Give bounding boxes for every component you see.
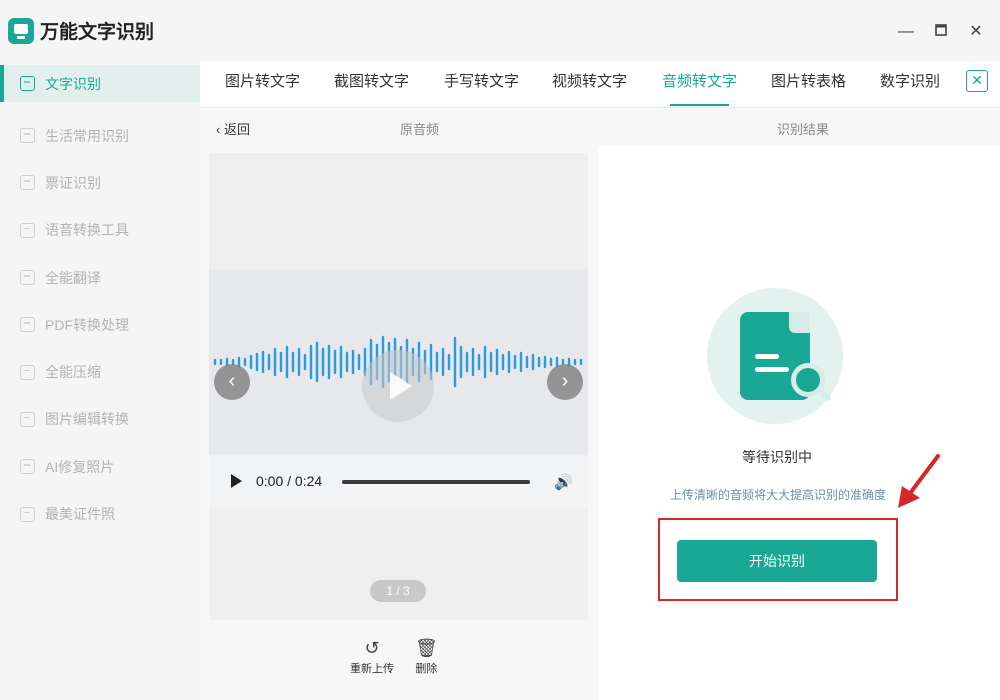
sidebar-item-label: 生活常用识别	[45, 127, 129, 144]
prev-button[interactable]: ‹	[214, 364, 250, 400]
sidebar-item-voice-tools[interactable]: 语音转换工具	[0, 207, 200, 254]
upload-hint: 上传清晰的音频将大大提高识别的准确度	[669, 488, 886, 502]
image-icon	[20, 411, 35, 427]
play-overlay-button[interactable]	[362, 350, 434, 422]
tabs-more-button[interactable]: ✕	[966, 70, 988, 92]
sidebar-item-translate[interactable]: 全能翻译	[0, 254, 200, 301]
sidebar-item-label: 语音转换工具	[45, 222, 129, 239]
sidebar-item-label: 最美证件照	[45, 506, 115, 523]
tab-screenshot-to-text[interactable]: 截图转文字	[334, 62, 409, 108]
audio-player: 0:00 / 0:24 🔊	[209, 456, 588, 508]
sidebar-item-label: 全能压缩	[45, 364, 101, 381]
sidebar-item-label: 图片编辑转换	[45, 411, 129, 428]
next-button[interactable]: ›	[547, 364, 583, 400]
back-button[interactable]: ‹ 返回	[216, 119, 250, 138]
voice-icon	[20, 222, 35, 238]
tab-image-to-text[interactable]: 图片转文字	[225, 62, 300, 108]
scan-icon	[20, 128, 35, 144]
sidebar-item-ticket-recognition[interactable]: 票证识别	[0, 159, 200, 206]
sidebar-item-label: 文字识别	[45, 75, 101, 92]
play-button[interactable]	[231, 474, 242, 488]
sidebar-nav: 文字识别 生活常用识别 票证识别 语音转换工具 全能翻译 PDF转换处理 全能压…	[0, 65, 200, 538]
speaker-icon: 🔊	[554, 474, 573, 491]
audio-progress-bar[interactable]	[342, 480, 530, 484]
app-logo: 万能文字识别	[8, 17, 154, 44]
pdf-icon	[20, 317, 35, 333]
trash-icon: 🗑	[415, 638, 438, 658]
scan-icon	[20, 175, 35, 191]
sidebar-item-daily-recognition[interactable]: 生活常用识别	[0, 112, 200, 159]
id-photo-icon	[20, 506, 35, 522]
sidebar-item-label: 票证识别	[45, 174, 101, 191]
document-fold	[789, 312, 810, 333]
sidebar-item-label: PDF转换处理	[45, 316, 129, 333]
sidebar-item-pdf[interactable]: PDF转换处理	[0, 301, 200, 348]
chevron-left-icon: ‹	[228, 370, 236, 392]
feature-tabs: 图片转文字 截图转文字 手写转文字 视频转文字 音频转文字 图片转表格 数字识别	[200, 62, 1000, 108]
sidebar-item-label: AI修复照片	[45, 458, 115, 475]
sidebar-item-id-photo[interactable]: 最美证件照	[0, 490, 200, 537]
close-button[interactable]: ✕	[966, 22, 986, 42]
scan-icon	[20, 76, 35, 91]
refresh-icon: ↺	[364, 638, 380, 658]
compress-icon	[20, 364, 35, 380]
sidebar-item-label: 全能翻译	[45, 269, 101, 286]
delete-button[interactable]: 🗑 删除	[415, 638, 438, 676]
result-title: 识别结果	[777, 122, 830, 137]
maximize-button[interactable]	[931, 22, 951, 42]
translate-icon	[20, 270, 35, 286]
minimize-button[interactable]: —	[896, 22, 916, 42]
sidebar: 万能文字识别 文字识别 生活常用识别 票证识别 语音转换工具 全能翻译 PDF转…	[0, 0, 200, 700]
start-recognition-button[interactable]: 开始识别	[677, 540, 877, 582]
document-line	[755, 354, 779, 359]
recognition-status: 等待识别中	[742, 449, 812, 465]
volume-button[interactable]: 🔊	[554, 473, 573, 491]
audio-time: 0:00 / 0:24	[256, 473, 323, 489]
page-indicator: 1 / 3	[370, 580, 426, 602]
tab-image-to-table[interactable]: 图片转表格	[771, 62, 846, 108]
red-arrow-icon	[898, 454, 940, 508]
original-audio-title: 原音频	[400, 122, 440, 137]
app-logo-icon	[8, 17, 34, 44]
sidebar-item-image-edit[interactable]: 图片编辑转换	[0, 396, 200, 443]
photo-icon	[20, 459, 35, 475]
app-window: 万能文字识别 文字识别 生活常用识别 票证识别 语音转换工具 全能翻译 PDF转…	[0, 0, 1000, 700]
back-label: 返回	[223, 122, 250, 137]
tab-digit-recognition[interactable]: 数字识别	[880, 62, 940, 108]
reupload-button[interactable]: ↺ 重新上传	[350, 638, 394, 676]
chevron-left-icon: ‹	[216, 122, 221, 137]
sub-header: ‹ 返回 原音频 识别结果	[200, 108, 1000, 146]
document-line	[755, 367, 789, 372]
maximize-icon	[935, 24, 947, 36]
sidebar-item-text-recognition[interactable]: 文字识别	[0, 65, 200, 102]
delete-label: 删除	[415, 663, 438, 675]
tab-audio-to-text[interactable]: 音频转文字	[662, 62, 737, 108]
app-title: 万能文字识别	[40, 22, 155, 43]
tab-video-to-text[interactable]: 视频转文字	[552, 62, 627, 108]
excel-icon: ✕	[971, 72, 983, 88]
reupload-label: 重新上传	[350, 663, 394, 675]
tab-handwriting-to-text[interactable]: 手写转文字	[444, 62, 519, 108]
title-bar: — ✕	[200, 0, 1000, 62]
sidebar-item-compress[interactable]: 全能压缩	[0, 348, 200, 395]
sidebar-item-ai-restore[interactable]: AI修复照片	[0, 443, 200, 490]
chevron-right-icon: ›	[561, 370, 569, 392]
